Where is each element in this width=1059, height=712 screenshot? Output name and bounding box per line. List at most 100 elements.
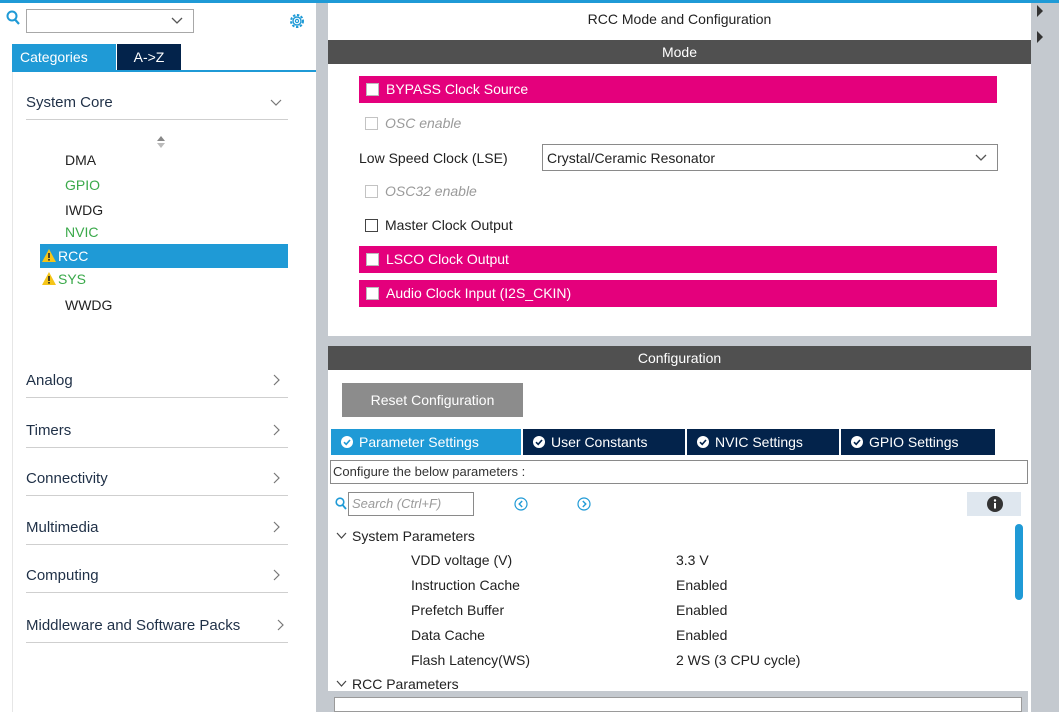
chevron-right-icon (273, 521, 280, 533)
param-value: Enabled (676, 627, 728, 643)
tree-item-iwdg[interactable]: IWDG (40, 198, 288, 222)
tab-nvic-settings[interactable]: NVIC Settings (687, 429, 839, 455)
bypass-clock-source-row[interactable]: BYPASS Clock Source (359, 76, 997, 103)
warning-icon (42, 272, 56, 285)
tree-item-label: RCC (58, 248, 89, 264)
category-timers[interactable]: Timers (26, 414, 288, 448)
configuration-panel: Reset Configuration Parameter Settings U… (328, 370, 1031, 712)
category-system-core[interactable]: System Core (26, 86, 288, 120)
param-value: Enabled (676, 577, 728, 593)
tab-label: Parameter Settings (359, 434, 479, 450)
lsco-checkbox[interactable] (366, 253, 379, 266)
category-search-combo[interactable] (26, 9, 194, 33)
category-label: Multimedia (26, 519, 99, 536)
lsco-clock-output-row[interactable]: LSCO Clock Output (359, 246, 997, 273)
param-key: Instruction Cache (411, 577, 520, 593)
category-label: Connectivity (26, 470, 108, 487)
tab-label: User Constants (551, 434, 648, 450)
bypass-checkbox[interactable] (366, 83, 379, 96)
check-circle-icon (697, 436, 709, 448)
master-clock-output-label: Master Clock Output (385, 217, 513, 233)
gear-icon[interactable] (288, 12, 306, 30)
audio-clock-label: Audio Clock Input (I2S_CKIN) (386, 285, 572, 301)
tree-item-dma[interactable]: DMA (40, 148, 288, 172)
category-tabs: Categories A->Z (12, 44, 316, 70)
chevron-down-icon (336, 680, 347, 687)
param-row-vdd[interactable]: VDD voltage (V) 3.3 V (411, 548, 1011, 572)
chevron-right-icon (273, 472, 280, 484)
previous-result-icon[interactable] (514, 497, 528, 511)
tree-item-rcc[interactable]: RCC (40, 244, 288, 268)
left-panel: Categories A->Z System Core DMA GPIO IWD… (0, 3, 316, 712)
param-value: 2 WS (3 CPU cycle) (676, 652, 801, 668)
lsco-label: LSCO Clock Output (386, 251, 509, 267)
param-row-prefetch-buffer[interactable]: Prefetch Buffer Enabled (411, 598, 1011, 622)
lse-label: Low Speed Clock (LSE) (359, 150, 508, 166)
master-clock-output-checkbox[interactable] (365, 219, 378, 232)
tab-categories[interactable]: Categories (12, 44, 116, 70)
bypass-label: BYPASS Clock Source (386, 81, 529, 97)
lse-select[interactable]: Crystal/Ceramic Resonator (542, 144, 998, 171)
audio-clock-checkbox[interactable] (366, 287, 379, 300)
category-computing[interactable]: Computing (26, 559, 288, 593)
check-circle-icon (533, 436, 545, 448)
param-key: Data Cache (411, 627, 485, 643)
section-divider (328, 336, 1031, 346)
param-row-flash-latency[interactable]: Flash Latency(WS) 2 WS (3 CPU cycle) (411, 648, 1011, 672)
category-multimedia[interactable]: Multimedia (26, 511, 288, 545)
tab-user-constants[interactable]: User Constants (523, 429, 685, 455)
chevron-down-icon (270, 99, 282, 106)
next-result-icon[interactable] (577, 497, 591, 511)
group-label: System Parameters (352, 528, 475, 544)
category-middleware[interactable]: Middleware and Software Packs (26, 609, 288, 643)
audio-clock-input-row[interactable]: Audio Clock Input (I2S_CKIN) (359, 280, 997, 307)
tab-gpio-settings[interactable]: GPIO Settings (841, 429, 995, 455)
category-search-row (0, 7, 316, 35)
category-label: Middleware and Software Packs (26, 617, 241, 634)
parameter-search-input[interactable]: Search (Ctrl+F) (348, 492, 474, 516)
tree-item-label: SYS (58, 271, 87, 287)
chevron-down-icon (975, 154, 987, 161)
tab-a-to-z[interactable]: A->Z (117, 44, 181, 70)
lse-select-value: Crystal/Ceramic Resonator (547, 150, 716, 166)
osc32-enable-checkbox (365, 185, 378, 198)
configuration-tabs: Parameter Settings User Constants NVIC S… (331, 429, 1031, 455)
configure-hint: Configure the below parameters : (330, 460, 1028, 484)
param-value: 3.3 V (676, 552, 709, 568)
tree-item-nvic[interactable]: NVIC (40, 220, 288, 244)
osc32-enable-label: OSC32 enable (385, 183, 477, 199)
tree-item-label: NVIC (65, 224, 99, 240)
tree-item-sys[interactable]: SYS (40, 267, 288, 291)
param-key: Prefetch Buffer (411, 602, 505, 618)
configuration-header: Configuration (328, 346, 1031, 370)
collapse-handle-icon[interactable] (1035, 5, 1045, 43)
tab-parameter-settings[interactable]: Parameter Settings (331, 429, 521, 455)
param-row-data-cache[interactable]: Data Cache Enabled (411, 623, 1011, 647)
panel-splitter[interactable] (316, 3, 328, 712)
category-label: Computing (26, 567, 99, 584)
vertical-scrollbar[interactable] (1014, 522, 1024, 690)
param-row-instruction-cache[interactable]: Instruction Cache Enabled (411, 573, 1011, 597)
right-panel: RCC Mode and Configuration Mode BYPASS C… (328, 3, 1059, 712)
tab-label: GPIO Settings (869, 434, 959, 450)
tree-item-label: DMA (65, 152, 97, 168)
tree-item-label: IWDG (65, 202, 104, 218)
category-connectivity[interactable]: Connectivity (26, 462, 288, 496)
chevron-right-icon (277, 619, 284, 631)
tree-item-wwdg[interactable]: WWDG (40, 293, 288, 317)
scrollbar-thumb[interactable] (1015, 524, 1023, 600)
side-collapse-strip[interactable] (1031, 3, 1059, 712)
description-area (334, 697, 1022, 712)
reset-configuration-button[interactable]: Reset Configuration (342, 383, 523, 417)
mode-header: Mode (328, 40, 1031, 64)
info-button[interactable] (967, 492, 1021, 516)
tree-item-gpio[interactable]: GPIO (40, 173, 288, 197)
tab-label: NVIC Settings (715, 434, 803, 450)
chevron-down-icon (171, 17, 183, 24)
category-label: Analog (26, 372, 73, 389)
sort-icon[interactable] (157, 136, 165, 148)
category-analog[interactable]: Analog (26, 364, 288, 398)
description-area-frame (328, 691, 1028, 712)
search-icon[interactable] (6, 10, 20, 26)
chevron-right-icon (273, 424, 280, 436)
